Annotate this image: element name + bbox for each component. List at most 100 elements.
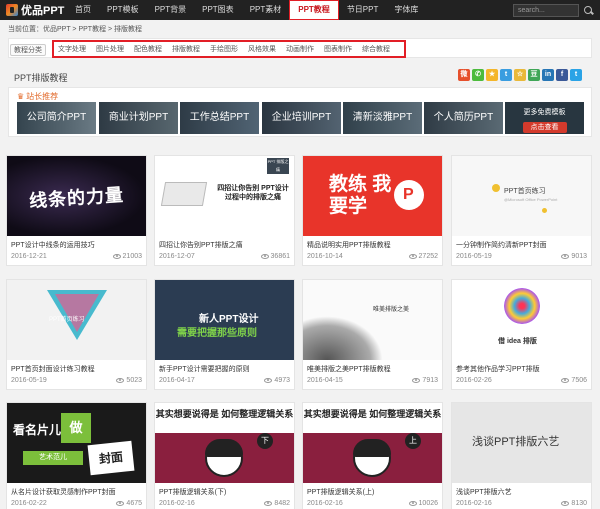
card-title[interactable]: 浅谈PPT排版六艺 [456,487,512,497]
category-item-chart[interactable]: 图表制作 [324,44,352,54]
card-date: 2016-02-16 [159,500,195,507]
card-thumbnail[interactable]: PPT首页练习 @Microsoft Office PowerPoint [452,156,591,236]
thumb-text: 四招让你告别 PPT设计过程中的排版之痛 [217,185,289,201]
nav-item-tutorials[interactable]: PPT教程 [289,0,339,20]
category-item-drawing[interactable]: 手绘图形 [210,44,238,54]
card-title[interactable]: PPT排版逻辑关系(下) [159,487,226,497]
nav-item-templates[interactable]: PPT模板 [99,0,147,20]
favorite-icon[interactable]: ☆ [514,69,526,81]
category-item-general[interactable]: 综合教程 [362,44,390,54]
nav-item-charts[interactable]: PPT图表 [194,0,242,20]
card-thumbnail[interactable]: 其实想要说得是 如何整理逻辑关系 下 [155,403,294,483]
card-views: 8482 [264,500,290,507]
card-date: 2016-02-22 [11,500,47,507]
card-date: 2016-10-14 [307,253,343,260]
tutorial-card[interactable]: 其实想要说得是 如何整理逻辑关系 上 PPT排版逻辑关系(上) 2016-02-… [302,402,443,509]
category-item-color[interactable]: 配色教程 [134,44,162,54]
card-title[interactable]: 新手PPT设计需要把握的原则 [159,364,250,374]
more-templates-text: 更多免费模板 [523,109,566,116]
card-date: 2016-02-16 [307,500,343,507]
category-item-animation[interactable]: 动画制作 [286,44,314,54]
card-thumbnail[interactable]: 唯美排版之美 [303,280,442,360]
banner-fresh-elegant[interactable]: 清新淡雅PPT [343,102,422,134]
linkedin-icon[interactable]: in [542,69,554,81]
nav-item-fonts[interactable]: 字体库 [386,0,426,20]
site-logo[interactable]: 优品PPT [6,3,64,17]
banner-more-templates[interactable]: 更多免费模板 点击查看 [505,102,584,134]
card-title[interactable]: 参考其他作品学习PPT排版 [456,364,540,374]
weibo-icon[interactable]: 微 [458,69,470,81]
banner-work-summary[interactable]: 工作总结PPT [180,102,259,134]
card-thumbnail[interactable]: 线条的力量 [7,156,146,236]
eye-icon [408,500,417,506]
tencent-weibo-icon[interactable]: t [500,69,512,81]
twitter-icon[interactable]: t [570,69,582,81]
card-thumbnail[interactable]: 看名片儿 做 艺术范儿 封面 [7,403,146,483]
tutorial-card[interactable]: 借 idea 排版 参考其他作品学习PPT排版 2016-02-26 7506 [451,279,592,390]
tutorial-card[interactable]: 看名片儿 做 艺术范儿 封面 从名片设计获取灵感制作PPT封面 2016-02-… [6,402,147,509]
tutorial-card[interactable]: 线条的力量 PPT设计中线条的运用技巧 2016-12-21 21003 [6,155,147,266]
card-title[interactable]: 精品说明实用PPT排版教程 [307,240,391,250]
card-thumbnail[interactable]: 其实想要说得是 如何整理逻辑关系 上 [303,403,442,483]
eye-icon [561,500,570,506]
card-thumbnail[interactable]: 新人PPT设计 需要把握那些原则 [155,280,294,360]
thumb-text: PPT首页练习 [504,188,546,195]
category-label: 教程分类 [10,44,46,56]
card-title[interactable]: 一分钟制作简约清新PPT封面 [456,240,547,250]
tutorial-card[interactable]: 唯美排版之美 唯美排版之美PPT排版教程 2016-04-15 7913 [302,279,443,390]
wechat-icon[interactable]: ✆ [472,69,484,81]
tutorial-card[interactable]: 新人PPT设计 需要把握那些原则 新手PPT设计需要把握的原则 2016-04-… [154,279,295,390]
banner-business-plan[interactable]: 商业计划PPT [99,102,178,134]
facebook-icon[interactable]: f [556,69,568,81]
eye-icon [264,500,273,506]
nav-item-home[interactable]: 首页 [67,0,99,20]
card-thumbnail[interactable]: 浅谈PPT排版六艺 [452,403,591,483]
card-views: 36861 [260,253,290,260]
decor-dot [542,208,547,213]
nav-item-materials[interactable]: PPT素材 [242,0,290,20]
card-title[interactable]: 从名片设计获取灵感制作PPT封面 [11,487,116,497]
card-title[interactable]: 四招让你告别PPT排版之痛 [159,240,243,250]
category-item-layout[interactable]: 排版教程 [172,44,200,54]
category-item-style[interactable]: 风格效果 [248,44,276,54]
card-thumbnail[interactable]: PPT首页练习 [7,280,146,360]
tutorial-card[interactable]: PPT首页练习 @Microsoft Office PowerPoint 一分钟… [451,155,592,266]
lightbulb-graphic [504,288,540,324]
nav-item-holiday[interactable]: 节日PPT [339,0,387,20]
thumb-text: 其实想要说得是 如何整理逻辑关系 [303,409,442,419]
card-views: 7506 [561,377,587,384]
tutorial-card[interactable]: 其实想要说得是 如何整理逻辑关系 下 PPT排版逻辑关系(下) 2016-02-… [154,402,295,509]
card-thumbnail[interactable]: 借 idea 排版 [452,280,591,360]
tutorial-card[interactable]: 浅谈PPT排版六艺 浅谈PPT排版六艺 2016-02-16 8130 [451,402,592,509]
douban-icon[interactable]: 豆 [528,69,540,81]
card-date: 2016-04-15 [307,377,343,384]
thumb-subtext: @Microsoft Office PowerPoint [504,197,558,202]
card-views: 9013 [561,253,587,260]
nav-item-backgrounds[interactable]: PPT背景 [147,0,195,20]
card-thumbnail[interactable]: 四招让你告别 PPT设计过程中的排版之痛 PPT 排版之痛 [155,156,294,236]
card-title[interactable]: PPT首页封面设计练习教程 [11,364,95,374]
tutorial-card[interactable]: 四招让你告别 PPT设计过程中的排版之痛 PPT 排版之痛 四招让你告别PPT排… [154,155,295,266]
search-input[interactable]: search... [513,4,579,17]
breadcrumb: 当前位置：优品PPT > PPT教程 > 排版教程 [8,26,143,33]
category-subnav: 文字处理 图片处理 配色教程 排版教程 手绘图形 风格效果 动画制作 图表制作 … [52,40,406,58]
banner-resume[interactable]: 个人简历PPT [424,102,503,134]
card-views: 4973 [264,377,290,384]
qzone-icon[interactable]: ★ [486,69,498,81]
card-title[interactable]: 唯美排版之美PPT排版教程 [307,364,391,374]
search-icon[interactable] [582,4,594,17]
view-more-button[interactable]: 点击查看 [522,122,567,133]
banner-company-intro[interactable]: 公司简介PPT [17,102,96,134]
card-title[interactable]: PPT设计中线条的运用技巧 [11,240,95,250]
tutorial-card[interactable]: 教练 我要学 精品说明实用PPT排版教程 2016-10-14 27252 [302,155,443,266]
card-title[interactable]: PPT排版逻辑关系(上) [307,487,374,497]
category-item-image[interactable]: 图片处理 [96,44,124,54]
card-thumbnail[interactable]: 教练 我要学 [303,156,442,236]
card-date: 2016-12-07 [159,253,195,260]
logo-text: 优品PPT [21,5,65,17]
banner-corporate-training[interactable]: 企业培训PPT [262,102,341,134]
category-item-text[interactable]: 文字处理 [58,44,86,54]
tutorial-card[interactable]: PPT首页练习 PPT首页封面设计练习教程 2016-05-19 5023 [6,279,147,390]
thumb-band-text: 艺术范儿 [23,451,83,465]
card-views: 8130 [561,500,587,507]
